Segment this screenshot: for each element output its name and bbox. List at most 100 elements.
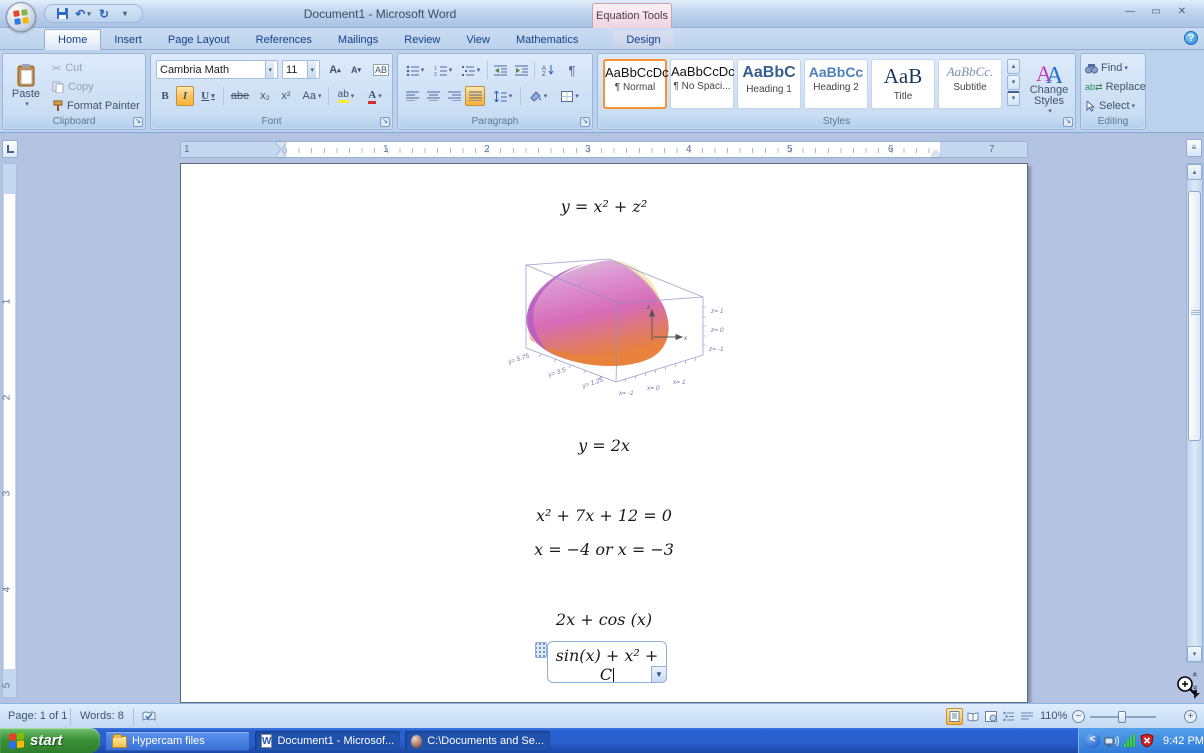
sort-button[interactable]: AZ — [538, 60, 560, 80]
style-heading2[interactable]: AaBbCc Heading 2 — [804, 59, 868, 109]
change-styles-button[interactable]: AA Change Styles — [1024, 58, 1074, 118]
clipboard-dialog-launcher[interactable]: ↘ — [133, 117, 143, 127]
tab-page-layout[interactable]: Page Layout — [155, 30, 243, 49]
document-page[interactable]: y = x² + z² — [180, 163, 1028, 703]
styles-gallery-expand-icon[interactable]: ▾ — [1007, 91, 1020, 106]
vertical-ruler[interactable]: 1 2 3 4 5 — [2, 163, 17, 698]
taskbar-item-documents-folder[interactable]: C:\Documents and Se... — [405, 731, 550, 751]
scroll-thumb[interactable] — [1188, 191, 1201, 441]
tab-design[interactable]: Design — [613, 30, 673, 49]
restore-button[interactable]: ▭ — [1146, 5, 1166, 19]
right-indent-marker[interactable] — [931, 150, 941, 157]
shrink-font-button[interactable]: A▾ — [346, 60, 366, 80]
bold-button[interactable]: B — [156, 86, 174, 106]
equation-sin-x2-c[interactable]: sin(x) + x² + C — [548, 642, 666, 684]
replace-button[interactable]: ab⇄ Replace — [1084, 77, 1142, 97]
first-line-indent-marker[interactable] — [276, 142, 286, 149]
view-ruler-toggle-button[interactable]: ≡ — [1186, 139, 1202, 157]
equation-roots[interactable]: x = −4 or x = −3 — [181, 540, 1027, 559]
paragraph-dialog-launcher[interactable]: ↘ — [580, 117, 590, 127]
outline-view-icon[interactable] — [1000, 708, 1017, 725]
strikethrough-button[interactable]: abe — [227, 86, 253, 106]
hanging-indent-marker[interactable] — [276, 150, 286, 157]
multilevel-list-button[interactable] — [458, 60, 484, 80]
scroll-up-icon[interactable]: ▴ — [1187, 164, 1202, 180]
align-center-button[interactable] — [423, 86, 443, 106]
word-count[interactable]: Words: 8 — [80, 710, 124, 722]
style-subtitle[interactable]: AaBbCc. Subtitle — [938, 59, 1002, 109]
decrease-indent-button[interactable] — [490, 60, 510, 80]
find-button[interactable]: Find — [1084, 58, 1142, 78]
office-button[interactable] — [6, 2, 36, 32]
zoom-slider-thumb[interactable] — [1118, 711, 1126, 723]
clear-formatting-button[interactable]: AB — [370, 60, 392, 80]
taskbar-clock[interactable]: 9:42 PM — [1163, 735, 1204, 747]
print-layout-view-icon[interactable] — [946, 708, 963, 725]
show-marks-button[interactable]: ¶ — [562, 60, 582, 80]
font-size-dropdown-icon[interactable]: ▾ — [307, 61, 316, 78]
line-spacing-button[interactable] — [490, 86, 516, 106]
highlight-color-button[interactable]: ab — [332, 86, 360, 106]
underline-button[interactable]: U — [196, 86, 220, 106]
wireless-network-icon[interactable] — [1104, 733, 1120, 749]
increase-indent-button[interactable] — [511, 60, 531, 80]
paste-button[interactable]: Paste — [7, 57, 45, 115]
style-normal[interactable]: AaBbCcDc ¶ Normal — [603, 59, 667, 109]
fullscreen-reading-view-icon[interactable] — [964, 708, 981, 725]
justify-button[interactable] — [465, 86, 485, 106]
subscript-button[interactable]: x₂ — [255, 86, 275, 106]
tab-selector[interactable] — [2, 140, 18, 158]
format-painter-button[interactable]: Format Painter — [51, 96, 145, 116]
font-color-button[interactable]: A — [362, 86, 388, 106]
equation-drag-handle-icon[interactable] — [535, 642, 547, 658]
taskbar-item-document1[interactable]: W Document1 - Microsof... — [255, 731, 400, 751]
tab-home[interactable]: Home — [44, 29, 101, 50]
start-button[interactable]: start — [0, 728, 100, 753]
undo-button[interactable]: ↶ — [74, 6, 92, 22]
style-no-spacing[interactable]: AaBbCcDc ¶ No Spaci... — [670, 59, 734, 109]
font-name-dropdown-icon[interactable]: ▾ — [265, 61, 274, 78]
select-button[interactable]: Select — [1084, 96, 1142, 116]
style-heading1[interactable]: AaBbC Heading 1 — [737, 59, 801, 109]
horizontal-ruler[interactable]: 1 1 2 3 4 5 6 7 — [180, 141, 1028, 158]
minimize-button[interactable]: — — [1120, 5, 1140, 19]
copy-button[interactable]: Copy — [51, 77, 121, 97]
zoom-out-icon[interactable]: − — [1072, 710, 1085, 723]
security-alert-icon[interactable] — [1139, 733, 1155, 749]
superscript-button[interactable]: x² — [276, 86, 296, 106]
equation-y-2x[interactable]: y = 2x — [181, 436, 1027, 455]
grow-font-button[interactable]: A▴ — [325, 60, 345, 80]
tab-mathematics[interactable]: Mathematics — [503, 30, 591, 49]
zoom-level[interactable]: 110% — [1040, 710, 1067, 722]
redo-button[interactable]: ↻ — [95, 6, 113, 22]
equation-2x-cos[interactable]: 2x + cos (x) — [181, 610, 1027, 629]
scroll-down-icon[interactable]: ▾ — [1187, 646, 1202, 662]
tab-review[interactable]: Review — [391, 30, 453, 49]
spellcheck-status-icon[interactable] — [140, 708, 157, 725]
tab-references[interactable]: References — [243, 30, 325, 49]
equation-y-x2-z2[interactable]: y = x² + z² — [181, 197, 1027, 216]
tray-collapse-icon[interactable]: < — [1085, 733, 1100, 748]
page-indicator[interactable]: Page: 1 of 1 — [8, 710, 67, 722]
align-right-button[interactable] — [444, 86, 464, 106]
help-icon[interactable]: ? — [1184, 31, 1198, 45]
taskbar-item-hypercam-files[interactable]: Hypercam files — [105, 731, 250, 751]
draft-view-icon[interactable] — [1018, 708, 1035, 725]
save-button[interactable] — [53, 6, 71, 22]
close-button[interactable]: ✕ — [1172, 5, 1192, 19]
font-dialog-launcher[interactable]: ↘ — [380, 117, 390, 127]
italic-button[interactable]: I — [176, 86, 194, 106]
equation-quadratic[interactable]: x² + 7x + 12 = 0 — [181, 506, 1027, 525]
cut-button[interactable]: ✂Cut — [51, 58, 121, 78]
change-case-button[interactable]: Aa — [299, 86, 325, 106]
align-left-button[interactable] — [402, 86, 422, 106]
tab-view[interactable]: View — [453, 30, 503, 49]
tab-mailings[interactable]: Mailings — [325, 30, 391, 49]
bullets-button[interactable] — [402, 60, 428, 80]
borders-button[interactable] — [556, 86, 584, 106]
font-size-combo[interactable]: 11▾ — [282, 60, 320, 79]
styles-scroll-up-icon[interactable]: ▴ — [1007, 59, 1020, 74]
numbering-button[interactable]: 12 — [430, 60, 456, 80]
shading-button[interactable] — [524, 86, 552, 106]
font-name-combo[interactable]: Cambria Math▾ — [156, 60, 278, 79]
